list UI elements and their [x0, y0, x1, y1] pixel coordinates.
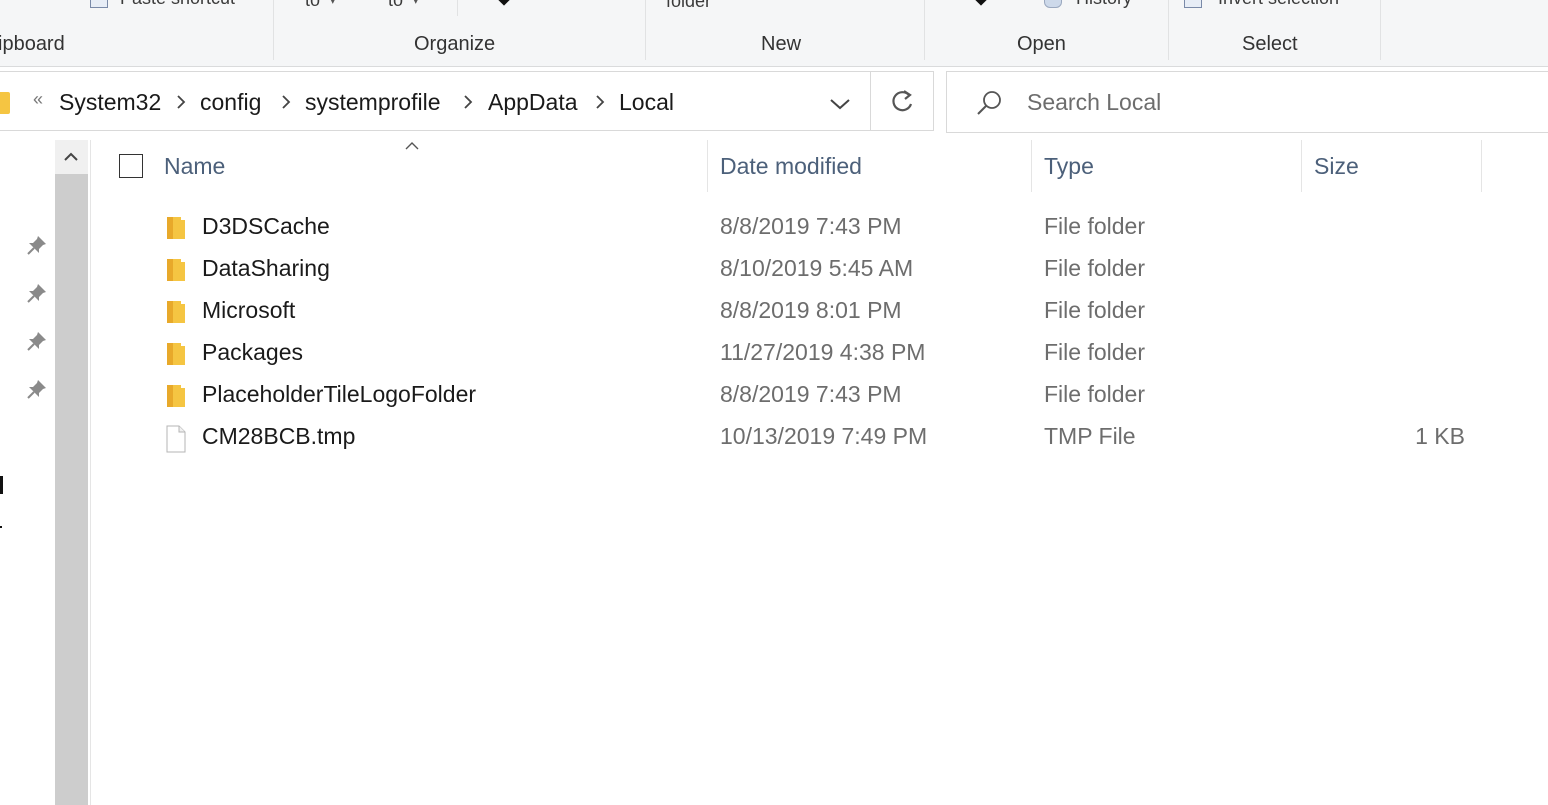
file-icon	[165, 425, 187, 458]
chevron-right-icon[interactable]	[278, 94, 294, 110]
invert-selection-button[interactable]: Invert selection	[1218, 0, 1339, 9]
breadcrumb-systemprofile[interactable]: systemprofile	[305, 89, 440, 116]
folder-icon	[0, 92, 10, 114]
file-row[interactable]: Packages 11/27/2019 4:38 PM File folder	[100, 333, 1480, 375]
file-type: File folder	[1044, 339, 1145, 365]
file-row[interactable]: Microsoft 8/8/2019 8:01 PM File folder	[100, 291, 1480, 333]
file-date-modified: 10/13/2019 7:49 PM	[720, 423, 928, 449]
paste-shortcut-button[interactable]: Paste shortcut	[120, 0, 235, 9]
open-group-label: Open	[1017, 33, 1066, 55]
move-to-button[interactable]: to	[305, 0, 320, 11]
history-button[interactable]: History	[1076, 0, 1132, 9]
column-header-name[interactable]: Name	[164, 153, 225, 180]
file-type: File folder	[1044, 297, 1145, 323]
new-group-label: New	[761, 33, 802, 55]
search-icon	[975, 88, 1005, 123]
nav-item-fragment	[0, 476, 3, 494]
history-icon	[1044, 0, 1062, 8]
address-history-dropdown[interactable]	[826, 92, 854, 116]
ribbon-group-divider	[1380, 0, 1381, 60]
select-all-checkbox[interactable]	[119, 154, 143, 178]
scroll-up-button[interactable]	[55, 140, 88, 174]
breadcrumb-system32[interactable]: System32	[59, 89, 161, 116]
file-date-modified: 8/8/2019 7:43 PM	[720, 213, 902, 239]
column-header-type[interactable]: Type	[1044, 153, 1094, 180]
paste-shortcut-icon	[90, 0, 108, 8]
column-header-size[interactable]: Size	[1314, 153, 1359, 180]
file-type: TMP File	[1044, 423, 1136, 449]
chevron-down-icon: ▾	[413, 0, 419, 7]
column-divider[interactable]	[1301, 140, 1302, 192]
file-type: File folder	[1044, 213, 1145, 239]
chevron-right-icon[interactable]	[173, 94, 189, 110]
folder-icon	[165, 299, 187, 330]
ribbon-group-divider	[645, 0, 646, 60]
file-row[interactable]: PlaceholderTileLogoFolder 8/8/2019 7:43 …	[100, 375, 1480, 417]
delete-dropdown-icon[interactable]	[498, 0, 510, 6]
file-name: DataSharing	[202, 255, 330, 281]
folder-icon	[165, 341, 187, 372]
breadcrumb-local[interactable]: Local	[619, 89, 674, 116]
ribbon: Paste shortcut to ▾ to ▾ folder History …	[0, 0, 1548, 67]
file-date-modified: 8/8/2019 8:01 PM	[720, 297, 902, 323]
file-name: Microsoft	[202, 297, 296, 323]
new-folder-button[interactable]: folder	[666, 0, 711, 12]
pin-icon[interactable]	[26, 282, 48, 304]
refresh-icon	[887, 87, 917, 122]
file-type: File folder	[1044, 381, 1145, 407]
chevron-down-icon: ▾	[330, 0, 336, 7]
nav-item-fragment	[0, 526, 2, 528]
clipboard-group-label: ipboard	[0, 33, 65, 55]
pin-icon[interactable]	[26, 378, 48, 400]
file-name: CM28BCB.tmp	[202, 423, 356, 449]
file-date-modified: 8/8/2019 7:43 PM	[720, 381, 902, 407]
chevron-right-icon[interactable]	[592, 94, 608, 110]
pin-icon[interactable]	[26, 330, 48, 352]
breadcrumb-overflow-button[interactable]: «	[33, 89, 43, 110]
file-type: File folder	[1044, 255, 1145, 281]
scrollbar-thumb[interactable]	[55, 174, 88, 805]
file-row[interactable]: DataSharing 8/10/2019 5:45 AM File folde…	[100, 249, 1480, 291]
file-name: D3DSCache	[202, 213, 330, 239]
breadcrumb-appdata[interactable]: AppData	[488, 89, 578, 116]
file-name: Packages	[202, 339, 304, 365]
folder-icon	[165, 215, 187, 246]
search-box[interactable]	[946, 71, 1548, 133]
folder-icon	[165, 383, 187, 414]
copy-to-button[interactable]: to	[388, 0, 403, 11]
column-divider[interactable]	[1031, 140, 1032, 192]
search-input[interactable]	[1027, 86, 1507, 118]
chevron-right-icon[interactable]	[460, 94, 476, 110]
refresh-button[interactable]	[871, 71, 934, 131]
pin-icon[interactable]	[26, 234, 48, 256]
file-size: 1 KB	[1415, 423, 1465, 449]
breadcrumb-config[interactable]: config	[200, 89, 261, 116]
pane-divider[interactable]	[90, 140, 91, 805]
ribbon-group-divider	[273, 0, 274, 60]
ribbon-group-divider	[1168, 0, 1169, 60]
select-group-label: Select	[1242, 33, 1298, 55]
invert-selection-icon	[1184, 0, 1202, 8]
file-date-modified: 11/27/2019 4:38 PM	[720, 339, 926, 365]
folder-icon	[165, 257, 187, 288]
address-bar[interactable]: « System32 config systemprofile AppData …	[0, 71, 871, 131]
column-header-date-modified[interactable]: Date modified	[720, 153, 862, 180]
file-row[interactable]: CM28BCB.tmp 10/13/2019 7:49 PM TMP File …	[100, 417, 1480, 459]
file-row[interactable]: D3DSCache 8/8/2019 7:43 PM File folder	[100, 207, 1480, 249]
column-divider[interactable]	[1481, 140, 1482, 192]
ribbon-divider	[457, 0, 458, 16]
file-date-modified: 8/10/2019 5:45 AM	[720, 255, 914, 281]
column-divider[interactable]	[707, 140, 708, 192]
nav-pane-scrollbar[interactable]	[55, 140, 88, 805]
sort-ascending-icon	[404, 138, 420, 156]
organize-group-label: Organize	[414, 33, 496, 55]
open-dropdown-icon[interactable]	[975, 0, 987, 6]
file-name: PlaceholderTileLogoFolder	[202, 381, 477, 407]
ribbon-group-divider	[924, 0, 925, 60]
